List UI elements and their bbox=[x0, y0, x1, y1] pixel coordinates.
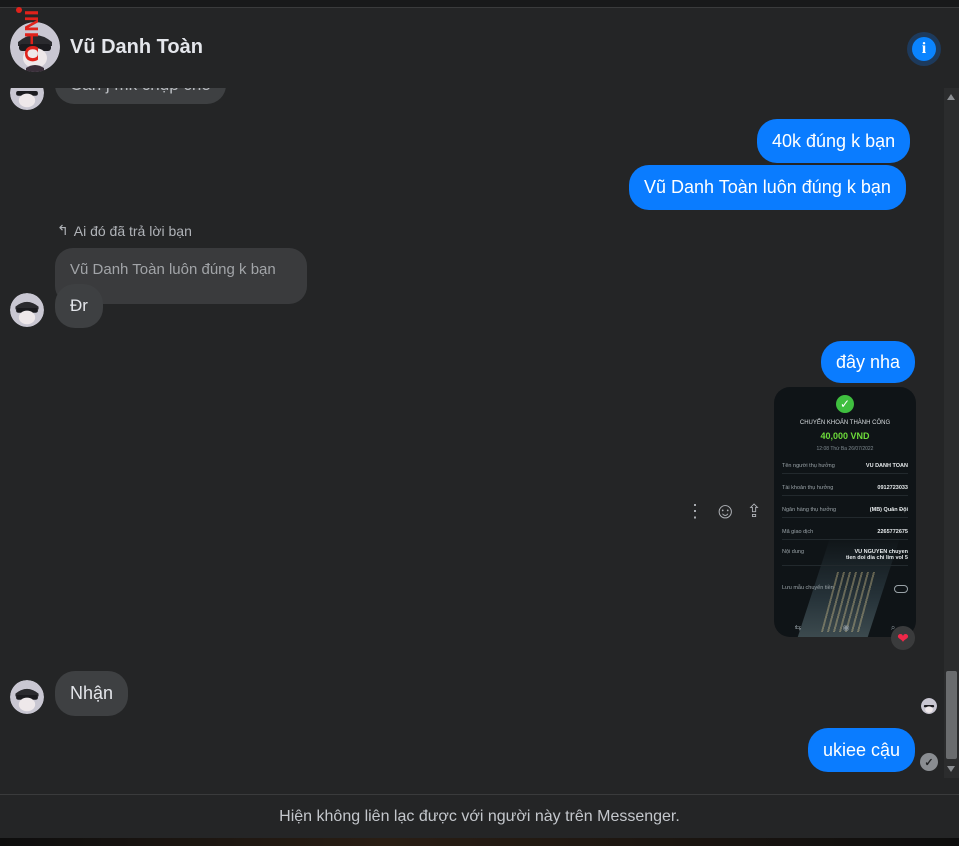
scroll-up-arrow-icon[interactable] bbox=[947, 94, 955, 100]
heart-reaction-icon[interactable]: ❤ bbox=[891, 626, 915, 650]
thread-scrollbar[interactable] bbox=[944, 88, 959, 778]
incoming-message[interactable]: Nhận bbox=[55, 671, 129, 716]
outgoing-message[interactable]: 40k đúng k bạn bbox=[757, 119, 911, 163]
share-icon[interactable]: ⇪ bbox=[746, 501, 761, 522]
receipt-amount: 40,000 VND bbox=[820, 431, 870, 441]
receipt-row: Tên người thụ hưởng VU DANH TOAN bbox=[782, 463, 908, 474]
info-icon: i bbox=[912, 37, 936, 61]
delivered-check-icon: ✓ bbox=[920, 753, 938, 771]
outgoing-message[interactable]: Vũ Danh Toàn luôn đúng k bạn bbox=[629, 165, 906, 210]
toggle-icon bbox=[894, 585, 908, 593]
incoming-message[interactable]: Đr bbox=[55, 284, 103, 328]
outgoing-message[interactable]: đây nha bbox=[821, 341, 916, 383]
receipt-time: 12:08 Thứ Ba 26/07/2022 bbox=[816, 446, 874, 452]
message-thread[interactable]: Cần j mk chụp cho 40k đúng k bạn Vũ Danh… bbox=[0, 88, 944, 794]
info-watermark-logo: INFO bbox=[16, 7, 38, 63]
react-icon[interactable]: ☺ bbox=[714, 498, 736, 524]
receipt-row: Lưu mẫu chuyển tiền bbox=[782, 585, 908, 597]
message-actions: ⋮ ☺ ⇪ bbox=[686, 498, 762, 524]
contact-avatar-small bbox=[10, 680, 44, 714]
masked-avatar-icon bbox=[10, 680, 44, 714]
scroll-down-arrow-icon[interactable] bbox=[947, 766, 955, 772]
receipt-row: Ngân hàng thụ hưởng (MB) Quân Đội bbox=[782, 507, 908, 518]
receipt-row: Tài khoản thụ hưởng 0912723033 bbox=[782, 485, 908, 496]
transfer-receipt-image[interactable]: ✓ CHUYỂN KHOẢN THÀNH CÔNG 40,000 VND 12:… bbox=[774, 387, 916, 637]
chat-header: Vũ Danh Toàn i bbox=[0, 8, 959, 88]
reply-hint: ↰ Ai đó đã trả lời bạn bbox=[57, 222, 192, 239]
contact-name[interactable]: Vũ Danh Toàn bbox=[70, 36, 203, 59]
success-check-icon: ✓ bbox=[836, 395, 854, 413]
conversation-info-button[interactable]: i bbox=[907, 32, 941, 66]
masked-avatar-icon bbox=[10, 293, 44, 327]
reply-hint-text: Ai đó đã trả lời bạn bbox=[73, 222, 192, 239]
receipt-row: Mã giao dịch 2265772675 bbox=[782, 529, 908, 540]
more-options-icon[interactable]: ⋮ bbox=[686, 501, 704, 522]
scroll-thumb[interactable] bbox=[946, 671, 957, 759]
info-watermark-text: INFO bbox=[20, 10, 38, 63]
window-bottom-strip bbox=[0, 838, 959, 846]
receipt-row: Nội dung VU NGUYEN chuyen tien doi dia ch… bbox=[782, 549, 908, 566]
seen-avatar-icon bbox=[921, 698, 937, 714]
receipt-title: CHUYỂN KHOẢN THÀNH CÔNG bbox=[799, 420, 891, 426]
contact-avatar-small bbox=[10, 293, 44, 327]
window-top-strip bbox=[0, 0, 959, 8]
unavailable-notice: Hiện không liên lạc được với người này t… bbox=[0, 794, 959, 838]
reply-arrow-icon: ↰ bbox=[57, 222, 69, 238]
incoming-message[interactable]: Cần j mk chụp cho bbox=[55, 88, 226, 104]
outgoing-message[interactable]: ukiee cậu bbox=[808, 728, 916, 772]
